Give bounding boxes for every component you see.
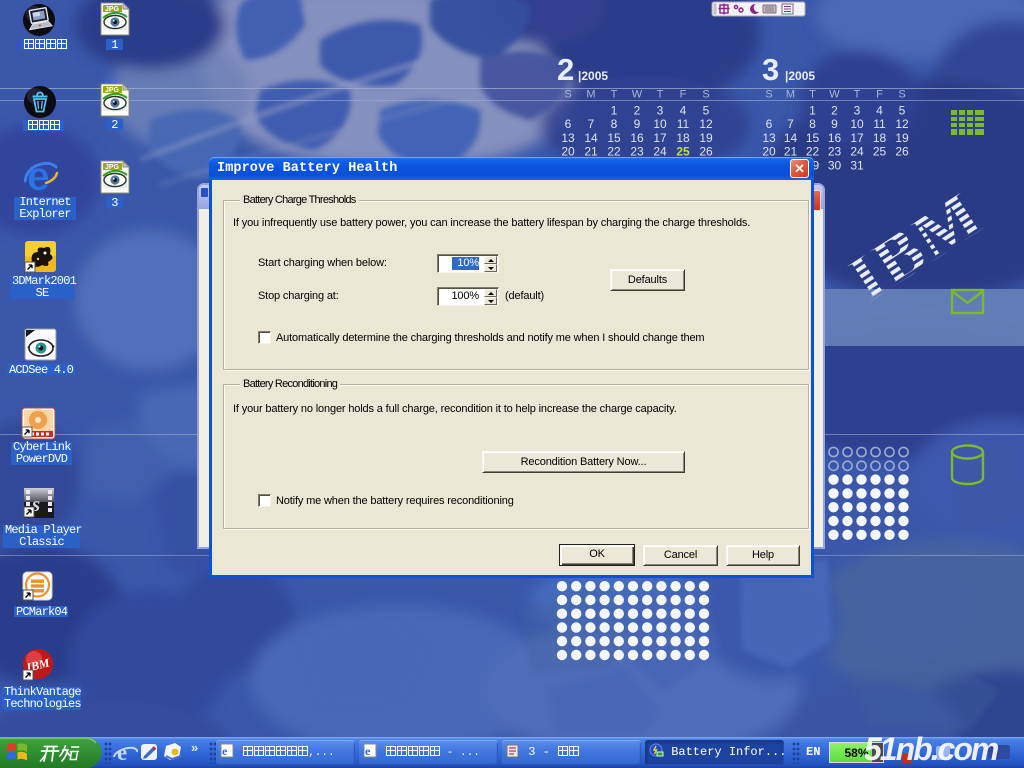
svg-text:8: 8 (809, 117, 816, 131)
svg-text:17: 17 (850, 131, 864, 145)
svg-text:e: e (222, 744, 228, 758)
svg-text:8: 8 (611, 117, 618, 131)
svg-text:3: 3 (762, 52, 779, 87)
svg-text:5: 5 (703, 104, 710, 118)
svg-text:14: 14 (784, 131, 798, 145)
svg-text:6: 6 (565, 117, 572, 131)
svg-text:F: F (876, 89, 883, 101)
svg-text:2: 2 (557, 52, 574, 87)
svg-text:14: 14 (584, 131, 598, 145)
svg-text:4: 4 (876, 104, 883, 118)
svg-text:13: 13 (561, 131, 575, 145)
svg-text:W: W (632, 89, 643, 101)
svg-text:T: T (809, 89, 816, 101)
svg-text:S: S (898, 89, 905, 101)
svg-text:23: 23 (828, 145, 842, 159)
svg-text:S: S (702, 89, 709, 101)
svg-text:19: 19 (699, 131, 713, 145)
svg-text:9: 9 (831, 117, 838, 131)
svg-text:10: 10 (850, 117, 864, 131)
svg-text:T: T (657, 89, 664, 101)
svg-text:7: 7 (588, 117, 595, 131)
svg-text:12: 12 (895, 117, 909, 131)
svg-text:26: 26 (895, 145, 909, 159)
svg-text:F: F (680, 89, 687, 101)
svg-text:10: 10 (653, 117, 667, 131)
svg-text:12: 12 (699, 117, 713, 131)
svg-text:31: 31 (850, 158, 864, 172)
svg-text:16: 16 (630, 131, 644, 145)
svg-text:|2005: |2005 (785, 69, 815, 83)
svg-text:S: S (564, 89, 571, 101)
svg-text:2: 2 (634, 104, 641, 118)
svg-text:3: 3 (657, 104, 664, 118)
svg-text:T: T (611, 89, 618, 101)
svg-text:2: 2 (831, 104, 838, 118)
svg-text:30: 30 (828, 158, 842, 172)
svg-text:18: 18 (676, 131, 690, 145)
svg-text:15: 15 (607, 131, 621, 145)
svg-text:M: M (786, 89, 795, 101)
svg-text:15: 15 (806, 131, 820, 145)
svg-text:17: 17 (653, 131, 667, 145)
svg-text:S: S (765, 89, 772, 101)
svg-text:24: 24 (850, 145, 864, 159)
svg-text:W: W (829, 89, 840, 101)
svg-text:3: 3 (854, 104, 861, 118)
svg-text:18: 18 (873, 131, 887, 145)
svg-text:1: 1 (809, 104, 816, 118)
svg-text:5: 5 (899, 104, 906, 118)
svg-text:e: e (365, 744, 371, 758)
svg-text:M: M (586, 89, 595, 101)
svg-text:|2005: |2005 (578, 69, 608, 83)
svg-text:9: 9 (634, 117, 641, 131)
svg-text:1: 1 (611, 104, 618, 118)
svg-text:11: 11 (677, 117, 690, 131)
svg-text:13: 13 (762, 131, 776, 145)
svg-text:19: 19 (895, 131, 909, 145)
svg-text:16: 16 (828, 131, 842, 145)
svg-text:7: 7 (787, 117, 794, 131)
svg-text:»: » (191, 740, 198, 755)
svg-text:6: 6 (766, 117, 773, 131)
svg-text:25: 25 (873, 145, 887, 159)
svg-text:T: T (854, 89, 861, 101)
svg-text:4: 4 (680, 104, 687, 118)
svg-text:11: 11 (873, 117, 886, 131)
